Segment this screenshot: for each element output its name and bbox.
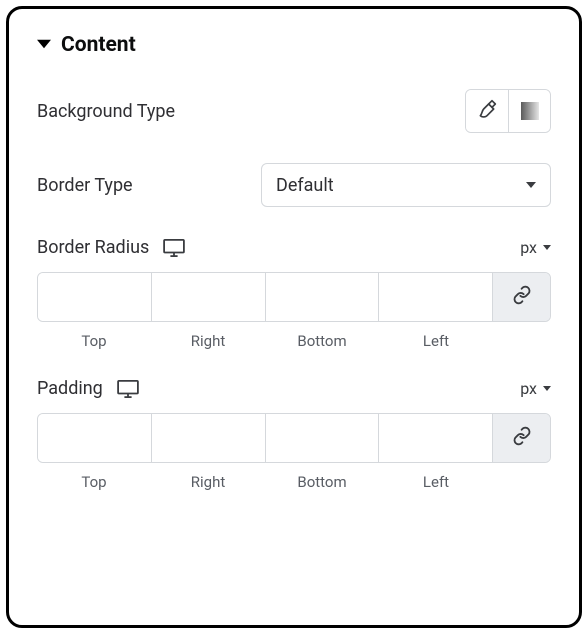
sublabel-bottom: Bottom <box>265 332 379 350</box>
padding-label: Padding <box>37 378 103 399</box>
background-type-row: Background Type <box>37 89 551 133</box>
border-radius-label: Border Radius <box>37 237 149 258</box>
chevron-down-icon <box>543 386 551 391</box>
padding-control: Padding px <box>37 378 551 491</box>
section-title: Content <box>61 33 136 57</box>
border-type-select[interactable]: Default <box>261 163 551 207</box>
border-radius-unit: px <box>520 238 537 257</box>
sublabel-right: Right <box>151 332 265 350</box>
padding-right-input[interactable] <box>151 414 265 462</box>
chevron-down-icon <box>543 245 551 250</box>
gradient-icon <box>521 102 539 120</box>
responsive-device-button[interactable] <box>117 380 139 398</box>
sublabel-top: Top <box>37 332 151 350</box>
sublabel-top: Top <box>37 473 151 491</box>
padding-bottom-input[interactable] <box>265 414 379 462</box>
link-icon <box>512 285 532 309</box>
padding-sublabels: Top Right Bottom Left <box>37 473 551 491</box>
caret-down-icon <box>37 36 51 55</box>
brush-icon <box>477 99 497 123</box>
padding-unit-select[interactable]: px <box>520 379 551 398</box>
background-classic-button[interactable] <box>466 90 508 132</box>
padding-top-input[interactable] <box>38 414 151 462</box>
border-radius-left-input[interactable] <box>378 273 492 321</box>
background-type-label: Background Type <box>37 101 175 122</box>
border-radius-link-button[interactable] <box>492 273 550 321</box>
border-radius-top-input[interactable] <box>38 273 151 321</box>
sublabel-left: Left <box>379 473 493 491</box>
style-panel: Content Background Type Border Type Defa… <box>6 6 582 628</box>
padding-left-input[interactable] <box>378 414 492 462</box>
border-radius-right-input[interactable] <box>151 273 265 321</box>
responsive-device-button[interactable] <box>163 239 185 257</box>
sublabel-bottom: Bottom <box>265 473 379 491</box>
padding-unit: px <box>520 379 537 398</box>
sublabel-right: Right <box>151 473 265 491</box>
padding-link-button[interactable] <box>492 414 550 462</box>
section-toggle-content[interactable]: Content <box>37 33 551 57</box>
border-type-row: Border Type Default <box>37 163 551 207</box>
chevron-down-icon <box>526 182 536 188</box>
border-type-value: Default <box>276 175 334 196</box>
border-radius-control: Border Radius px <box>37 237 551 350</box>
padding-inputs <box>37 413 551 463</box>
border-radius-sublabels: Top Right Bottom Left <box>37 332 551 350</box>
border-radius-inputs <box>37 272 551 322</box>
border-radius-unit-select[interactable]: px <box>520 238 551 257</box>
background-gradient-button[interactable] <box>508 90 550 132</box>
link-icon <box>512 426 532 450</box>
background-type-toggle <box>465 89 551 133</box>
sublabel-left: Left <box>379 332 493 350</box>
border-type-label: Border Type <box>37 175 133 196</box>
border-radius-bottom-input[interactable] <box>265 273 379 321</box>
